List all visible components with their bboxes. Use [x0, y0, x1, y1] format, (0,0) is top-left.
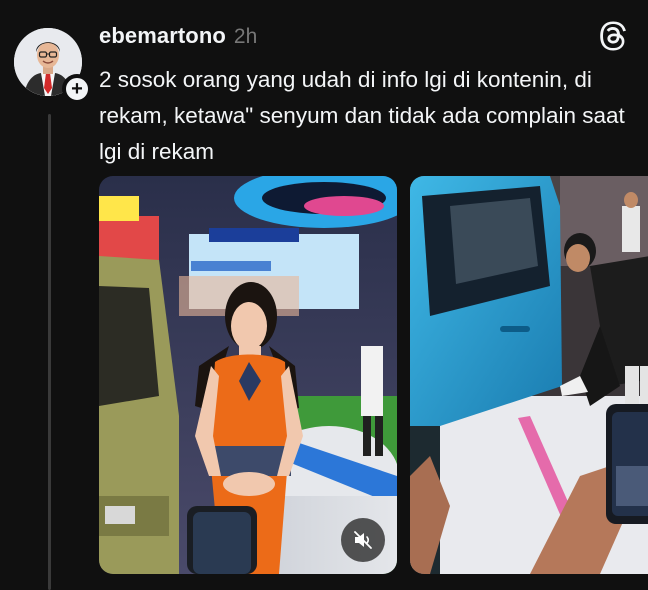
media-carousel[interactable]: [99, 176, 648, 574]
mute-button[interactable]: [341, 518, 385, 562]
photo-thumbnail[interactable]: [410, 176, 648, 574]
threads-logo-icon[interactable]: [598, 20, 630, 52]
thread-line: [48, 114, 51, 590]
post-text: 2 sosok orang yang udah di info lgi di k…: [99, 67, 625, 164]
video-thumbnail[interactable]: [99, 176, 397, 574]
avatar-wrapper: +: [14, 28, 92, 104]
thread-post: + ebemartono 2h 2 sosok orang yang udah …: [0, 0, 648, 590]
timestamp: 2h: [233, 25, 258, 48]
plus-icon: +: [71, 78, 83, 100]
speaker-muted-icon: [354, 531, 372, 549]
username[interactable]: ebemartono: [99, 23, 226, 49]
post-header: ebemartono 2h: [99, 23, 257, 53]
follow-button[interactable]: +: [62, 74, 92, 104]
